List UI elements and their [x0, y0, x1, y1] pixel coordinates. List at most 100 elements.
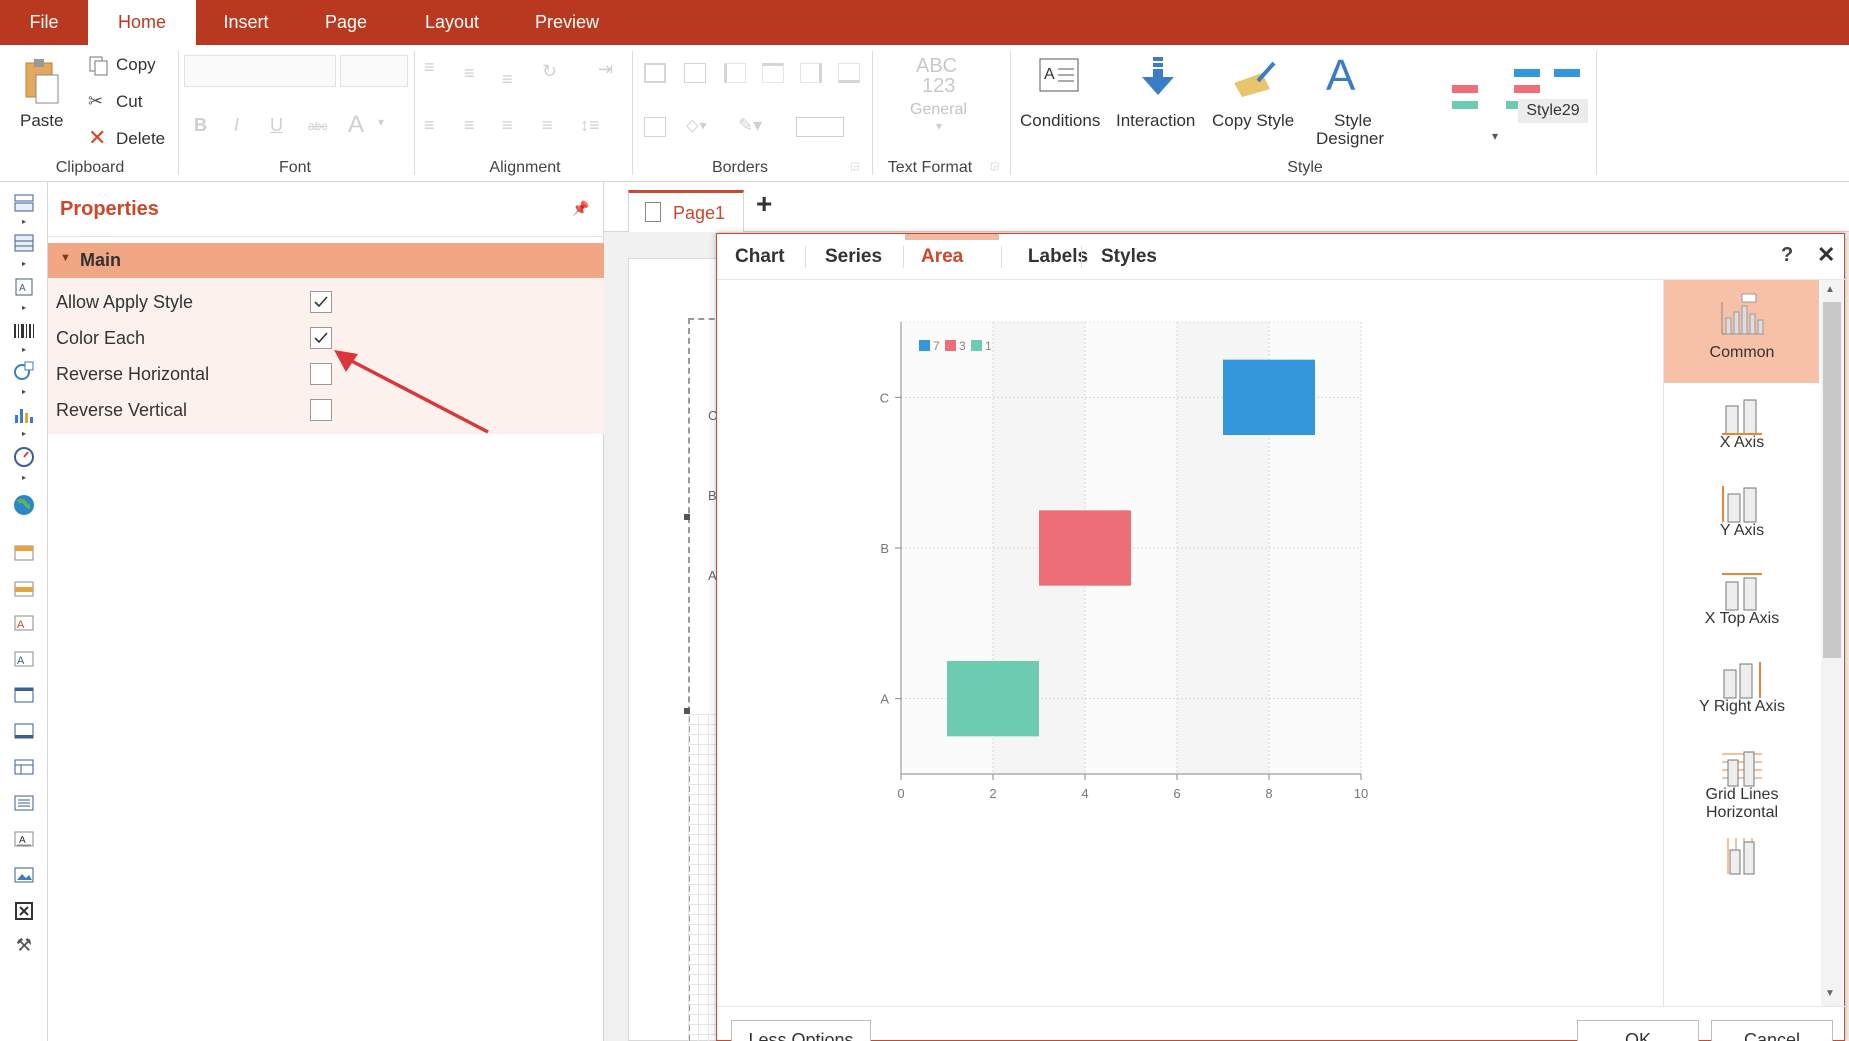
scroll-down-icon[interactable]: ▼ [1825, 988, 1835, 999]
fill-color-icon[interactable]: ⬦▾ [686, 115, 707, 136]
collapse-icon[interactable]: ▼ [60, 252, 71, 264]
add-page-button[interactable]: + [756, 188, 772, 220]
chevron-down-icon[interactable]: ▾ [1492, 129, 1498, 143]
paste-button[interactable]: Paste [20, 111, 63, 131]
cross-band-icon[interactable] [12, 232, 36, 254]
tools-icon[interactable]: ⚒ [12, 934, 36, 956]
scrollbar-thumb[interactable] [1823, 302, 1841, 658]
map-icon[interactable] [12, 494, 36, 516]
font-name-select[interactable] [184, 55, 336, 87]
style-name-badge[interactable]: Style29 [1518, 99, 1588, 123]
tab-area[interactable]: Area [921, 246, 963, 268]
border-right-icon[interactable] [800, 63, 822, 83]
text-format-general[interactable]: General [910, 101, 967, 119]
side-item-y-axis[interactable]: Y Axis [1664, 522, 1819, 540]
text-in-cells-icon[interactable]: A [12, 828, 36, 850]
chevron-down-icon[interactable]: ▾ [378, 115, 384, 129]
font-color-icon[interactable]: A [348, 111, 364, 139]
align-middle-icon[interactable]: ≡ [464, 63, 475, 84]
dialog-launcher-icon[interactable]: ◲ [990, 161, 999, 172]
dialog-launcher-icon[interactable]: ◲ [850, 161, 859, 172]
style-designer-button-line1[interactable]: Style [1334, 111, 1372, 131]
underline-icon[interactable]: U [270, 115, 283, 136]
data-band-icon[interactable] [12, 578, 36, 600]
scrollbar[interactable]: ▲ ▼ [1821, 280, 1843, 1006]
chevron-right-icon[interactable]: ▸ [12, 302, 36, 312]
text-icon[interactable]: A [12, 612, 36, 634]
tab-labels[interactable]: Labels [1001, 246, 1115, 268]
pin-icon[interactable]: 📌 [572, 200, 589, 217]
components-icon[interactable]: A [12, 276, 36, 298]
chart-icon[interactable] [12, 404, 36, 426]
copy-button[interactable]: Copy [116, 55, 156, 75]
menu-tab-page[interactable]: Page [296, 0, 396, 45]
align-right-icon[interactable]: ≡ [502, 115, 513, 136]
cut-button[interactable]: Cut [116, 92, 142, 112]
align-center-icon[interactable]: ≡ [464, 115, 475, 136]
container-icon[interactable] [12, 720, 36, 742]
border-none-icon[interactable] [684, 63, 706, 83]
allow-apply-style-checkbox[interactable] [310, 291, 332, 313]
delete-button[interactable]: Delete [116, 129, 165, 149]
chevron-right-icon[interactable]: ▸ [12, 386, 36, 396]
side-item-grid-lines-horizontal[interactable]: Grid Lines [1664, 786, 1819, 804]
table-icon[interactable] [12, 756, 36, 778]
copy-style-button[interactable]: Copy Style [1212, 111, 1294, 131]
tab-page1[interactable]: Page1 [628, 190, 744, 232]
chevron-right-icon[interactable]: ▸ [12, 344, 36, 354]
chevron-right-icon[interactable]: ▸ [12, 258, 36, 268]
band-icon[interactable] [12, 192, 36, 214]
rotate-icon[interactable]: ↻ [542, 61, 557, 82]
border-width-select[interactable] [796, 117, 844, 137]
interaction-button[interactable]: Interaction [1116, 111, 1195, 131]
border-style-icon[interactable] [644, 117, 666, 137]
checkbox-icon[interactable] [12, 900, 36, 922]
tab-chart[interactable]: Chart [735, 246, 785, 268]
page-header-icon[interactable] [12, 542, 36, 564]
border-all-icon[interactable] [644, 63, 666, 83]
panel-icon[interactable] [12, 684, 36, 706]
menu-tab-layout[interactable]: Layout [396, 0, 508, 45]
menu-tab-insert[interactable]: Insert [196, 0, 296, 45]
close-button[interactable]: ✕ [1817, 242, 1835, 268]
strikethrough-icon[interactable]: abc [308, 119, 327, 133]
side-item-x-axis[interactable]: X Axis [1664, 434, 1819, 452]
resize-handle[interactable] [684, 708, 690, 714]
paste-icon[interactable] [22, 57, 62, 107]
tab-styles[interactable]: Styles [1101, 246, 1157, 268]
align-left-icon[interactable]: ≡ [424, 115, 435, 136]
cancel-button[interactable]: Cancel [1711, 1020, 1833, 1041]
chevron-right-icon[interactable]: ▸ [12, 216, 36, 226]
side-item-grid-lines-horizontal-2[interactable]: Horizontal [1664, 804, 1819, 822]
menu-tab-home[interactable]: Home [88, 0, 196, 45]
conditions-button[interactable]: Conditions [1020, 111, 1100, 131]
border-color-icon[interactable]: ✎▾ [738, 115, 762, 136]
tab-series[interactable]: Series [825, 246, 882, 268]
chevron-right-icon[interactable]: ▸ [12, 472, 36, 482]
chevron-down-icon[interactable]: ▾ [936, 119, 942, 133]
menu-tab-file[interactable]: File [0, 0, 88, 45]
border-top-icon[interactable] [762, 63, 784, 83]
shapes-icon[interactable] [12, 360, 36, 382]
resize-handle[interactable] [684, 514, 690, 520]
align-justify-icon[interactable]: ≡ [542, 115, 553, 136]
border-left-icon[interactable] [724, 63, 746, 83]
align-top-icon[interactable]: ≡ [424, 57, 435, 78]
image-icon[interactable] [12, 864, 36, 886]
line-spacing-icon[interactable]: ↕≡ [580, 115, 600, 136]
help-button[interactable]: ? [1781, 244, 1793, 267]
menu-tab-preview[interactable]: Preview [508, 0, 626, 45]
side-item-y-right-axis[interactable]: Y Right Axis [1664, 698, 1819, 716]
border-bottom-icon[interactable] [838, 63, 860, 83]
rich-text-icon[interactable]: A [12, 648, 36, 670]
section-header-main[interactable]: ▼ Main [48, 243, 604, 278]
gauge-icon[interactable] [12, 446, 36, 468]
barcode-icon[interactable] [12, 320, 36, 342]
style-designer-button-line2[interactable]: Designer [1316, 129, 1384, 149]
bold-icon[interactable]: B [194, 115, 207, 136]
ok-button[interactable]: OK [1577, 1020, 1699, 1041]
italic-icon[interactable]: I [234, 115, 239, 136]
align-bottom-icon[interactable]: ≡ [502, 69, 513, 90]
list-icon[interactable] [12, 792, 36, 814]
less-options-button[interactable]: Less Options [731, 1020, 871, 1041]
